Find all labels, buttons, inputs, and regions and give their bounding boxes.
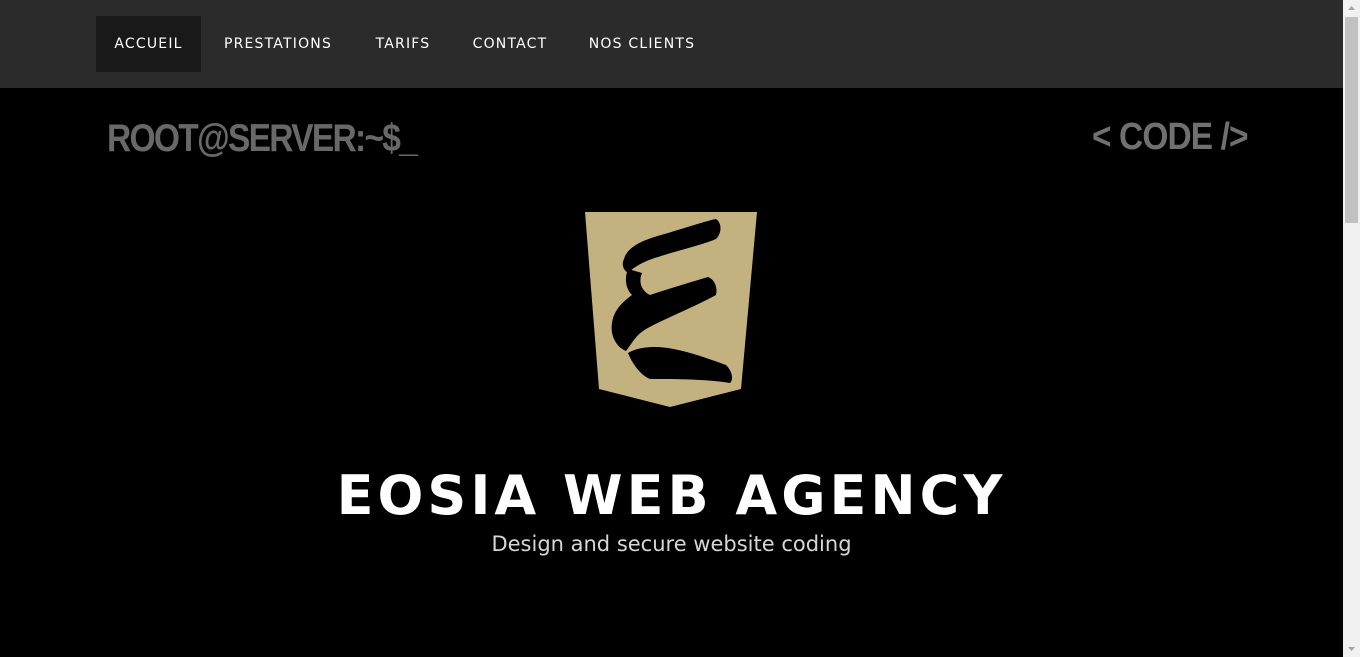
nav-item-contact[interactable]: CONTACT	[460, 16, 560, 72]
page-viewport: ACCUEIL PRESTATIONS TARIFS CONTACT NOS C…	[0, 0, 1343, 657]
code-tag-decoration: < CODE />	[1092, 116, 1249, 158]
nav-item-nos-clients[interactable]: NOS CLIENTS	[576, 16, 708, 72]
vertical-scrollbar[interactable]	[1343, 0, 1360, 657]
scroll-down-arrow-icon[interactable]	[1343, 640, 1360, 657]
main-navbar: ACCUEIL PRESTATIONS TARIFS CONTACT NOS C…	[0, 0, 1343, 88]
eosia-logo-icon	[585, 212, 757, 407]
nav-item-tarifs[interactable]: TARIFS	[360, 16, 446, 72]
nav-item-prestations[interactable]: PRESTATIONS	[210, 16, 346, 72]
agency-title: EOSIA WEB AGENCY	[336, 464, 1007, 528]
nav-item-accueil[interactable]: ACCUEIL	[96, 16, 201, 72]
scroll-up-arrow-icon[interactable]	[1343, 0, 1360, 17]
agency-tagline: Design and secure website coding	[491, 532, 852, 556]
scrollbar-thumb[interactable]	[1345, 17, 1358, 223]
terminal-prompt-decoration: ROOT@SERVER:~$_	[107, 117, 418, 160]
